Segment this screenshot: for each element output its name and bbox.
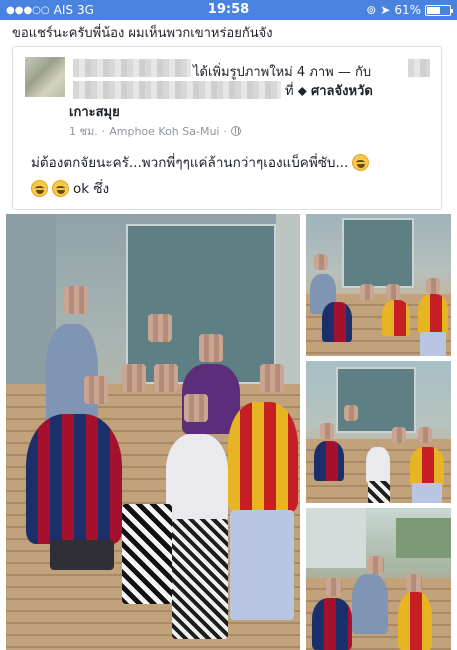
battery-percent: 61%	[394, 3, 421, 17]
battery-fill	[427, 6, 440, 14]
photo-trees	[396, 518, 451, 558]
person-pants	[368, 481, 390, 503]
meta-separator: ·	[101, 124, 106, 138]
blurred-tagged-names	[73, 81, 281, 99]
person	[366, 447, 390, 483]
avatar[interactable]	[25, 57, 65, 97]
blurred-face	[184, 394, 208, 422]
person-pants	[230, 510, 294, 620]
shared-post-card[interactable]: ได้เพิ่มรูปภาพใหม่ 4 ภาพ — กับ ที่ ⬥ ศาล…	[12, 46, 442, 210]
blurred-face	[154, 364, 178, 392]
photo-wall	[306, 508, 366, 568]
person	[314, 441, 344, 481]
person	[352, 574, 388, 634]
shared-post-header: ได้เพิ่มรูปภาพใหม่ 4 ภาพ — กับ	[193, 61, 371, 82]
status-bar: ●●●○○ AIS 3G 19:58 ⊚ ➤ 61%	[0, 0, 457, 20]
post-text-content-2: ok ซึ่ง	[73, 181, 110, 197]
location-prefix: ที่	[285, 84, 294, 99]
photo-small-2[interactable]	[306, 361, 451, 503]
location-name-line2[interactable]: เกาะสมุย	[69, 101, 120, 122]
blurred-face	[418, 427, 432, 443]
status-right: ⊚ ➤ 61%	[366, 3, 453, 17]
photo-small-3[interactable]	[306, 508, 451, 650]
person-pants	[172, 519, 228, 639]
blurred-face	[64, 286, 88, 314]
location-arrow-icon: ➤	[380, 3, 391, 17]
blurred-face	[326, 578, 342, 596]
post-text-line2: ok ซึ่ง	[31, 177, 109, 199]
person	[166, 434, 228, 524]
photo-building-glass	[336, 367, 416, 433]
blurred-face	[320, 423, 334, 439]
laughing-emoji-icon	[52, 179, 69, 197]
person	[382, 300, 410, 336]
blurred-face	[406, 574, 422, 592]
blurred-name	[73, 59, 191, 77]
location-line: ที่ ⬥ ศาลจังหวัด	[285, 80, 373, 101]
globe-icon	[230, 126, 241, 136]
person	[26, 414, 122, 544]
blurred-face	[199, 334, 223, 362]
laughing-emoji-icon	[352, 153, 370, 171]
blurred-face	[314, 254, 328, 270]
location-name[interactable]: ศาลจังหวัด	[311, 84, 373, 99]
header-suffix: ได้เพิ่มรูปภาพใหม่ 4 ภาพ — กับ	[193, 65, 372, 80]
photo-building-glass	[342, 218, 414, 288]
map-pin-icon: ⬥	[297, 84, 307, 99]
person	[410, 447, 444, 487]
blurred-face	[386, 284, 400, 300]
blurred-face	[360, 284, 374, 300]
blurred-face	[84, 376, 108, 404]
blurred-face	[368, 556, 384, 574]
blurred-face	[392, 427, 406, 443]
person-pants	[420, 332, 446, 356]
time-ago[interactable]: 1 ชม.	[69, 122, 98, 140]
person-pants	[122, 504, 172, 604]
person-shorts	[50, 540, 114, 570]
blurred-face	[426, 278, 440, 294]
post-caption: ขอแชร์นะครับพี่น้อง ผมเห็นพวกเขาหร่อยกัน…	[12, 26, 273, 41]
place-name[interactable]: Amphoe Koh Sa-Mui	[109, 125, 219, 138]
person	[228, 402, 298, 512]
rotation-lock-icon: ⊚	[366, 3, 377, 17]
post-text-content: ม่ต้องตกจัยนะครั...พวกพี่ๆๆแค่ล้านกว่าๆเ…	[31, 155, 349, 171]
person	[398, 592, 432, 650]
person-pants	[412, 483, 442, 503]
meta-separator-2: ·	[223, 124, 227, 138]
laughing-emoji-icon	[31, 179, 48, 197]
post-text-line1: ม่ต้องตกจัยนะครั...พวกพี่ๆๆแค่ล้านกว่าๆเ…	[31, 151, 370, 173]
photo-small-1[interactable]	[306, 214, 451, 356]
post-meta: 1 ชม. · Amphoe Koh Sa-Mui ·	[69, 122, 241, 140]
blurred-face	[260, 364, 284, 392]
person	[418, 294, 448, 334]
blurred-face	[344, 405, 358, 421]
battery-icon	[425, 4, 453, 16]
blurred-face	[148, 314, 172, 342]
person	[322, 302, 352, 342]
blurred-tag	[408, 59, 430, 77]
blurred-face	[122, 364, 146, 392]
person	[312, 598, 352, 650]
photo-main[interactable]	[6, 214, 300, 650]
